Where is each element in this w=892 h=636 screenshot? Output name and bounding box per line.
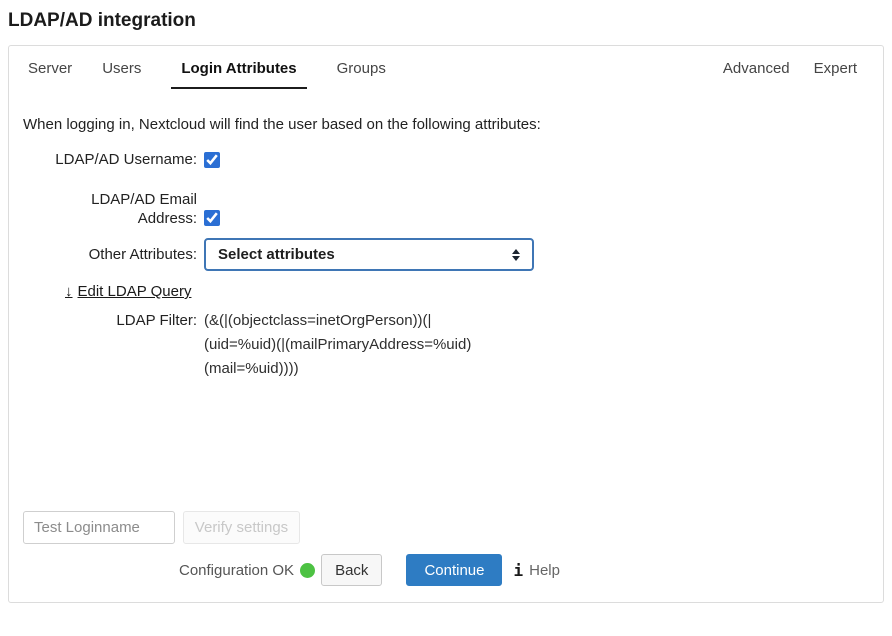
other-attributes-row: Other Attributes: Select attributes <box>23 238 883 271</box>
other-attributes-select[interactable]: Select attributes <box>204 238 534 271</box>
ldap-filter-row: LDAP Filter: (&(|(objectclass=inetOrgPer… <box>23 309 883 381</box>
wizard-footer: Verify settings Configuration OK Back Co… <box>23 511 883 586</box>
tab-server[interactable]: Server <box>28 60 72 89</box>
edit-query-row: ↓ Edit LDAP Query <box>65 283 883 300</box>
login-attributes-pane: When logging in, Nextcloud will find the… <box>9 116 883 381</box>
tab-group-mode: Advanced Expert <box>723 60 857 77</box>
help-link[interactable]: i Help <box>513 561 560 580</box>
configuration-status-text: Configuration OK <box>179 562 294 579</box>
ldap-wizard-panel: Server Users Login Attributes Groups Adv… <box>8 45 884 603</box>
tab-groups[interactable]: Groups <box>337 60 386 89</box>
edit-ldap-query-link[interactable]: ↓ Edit LDAP Query <box>65 283 191 300</box>
help-label: Help <box>529 562 560 579</box>
username-row: LDAP/AD Username: <box>23 151 883 168</box>
edit-ldap-query-label: Edit LDAP Query <box>78 283 192 300</box>
status-ok-dot <box>300 563 315 578</box>
ldap-username-checkbox[interactable] <box>204 152 220 168</box>
intro-text: When logging in, Nextcloud will find the… <box>23 116 883 133</box>
tab-expert[interactable]: Expert <box>814 60 857 77</box>
test-login-row: Verify settings <box>23 511 883 544</box>
tab-group-main: Server Users Login Attributes Groups <box>28 60 386 89</box>
other-attributes-label: Other Attributes: <box>23 246 197 263</box>
back-button[interactable]: Back <box>321 554 382 586</box>
info-icon: i <box>513 561 523 580</box>
select-updown-icon <box>512 249 520 261</box>
tab-bar: Server Users Login Attributes Groups Adv… <box>9 46 883 89</box>
ldap-filter-value: (&(|(objectclass=inetOrgPerson))(| (uid=… <box>204 309 494 381</box>
tab-login-attributes[interactable]: Login Attributes <box>171 60 306 89</box>
verify-settings-button[interactable]: Verify settings <box>183 511 300 544</box>
other-attributes-selected-value: Select attributes <box>218 246 335 263</box>
tab-advanced[interactable]: Advanced <box>723 60 790 77</box>
ldap-filter-label: LDAP Filter: <box>23 309 197 333</box>
test-loginname-input[interactable] <box>23 511 175 544</box>
email-label: LDAP/AD Email Address: <box>89 190 197 228</box>
continue-button[interactable]: Continue <box>406 554 502 586</box>
tab-users[interactable]: Users <box>102 60 141 89</box>
ldap-email-checkbox[interactable] <box>204 210 220 226</box>
email-row: LDAP/AD Email Address: <box>23 190 883 228</box>
down-arrow-icon: ↓ <box>65 283 73 300</box>
username-label: LDAP/AD Username: <box>23 151 197 168</box>
email-label-wrap: LDAP/AD Email Address: <box>23 190 197 228</box>
page-title: LDAP/AD integration <box>8 10 892 32</box>
confirm-row: Configuration OK Back Continue i Help <box>179 554 883 586</box>
